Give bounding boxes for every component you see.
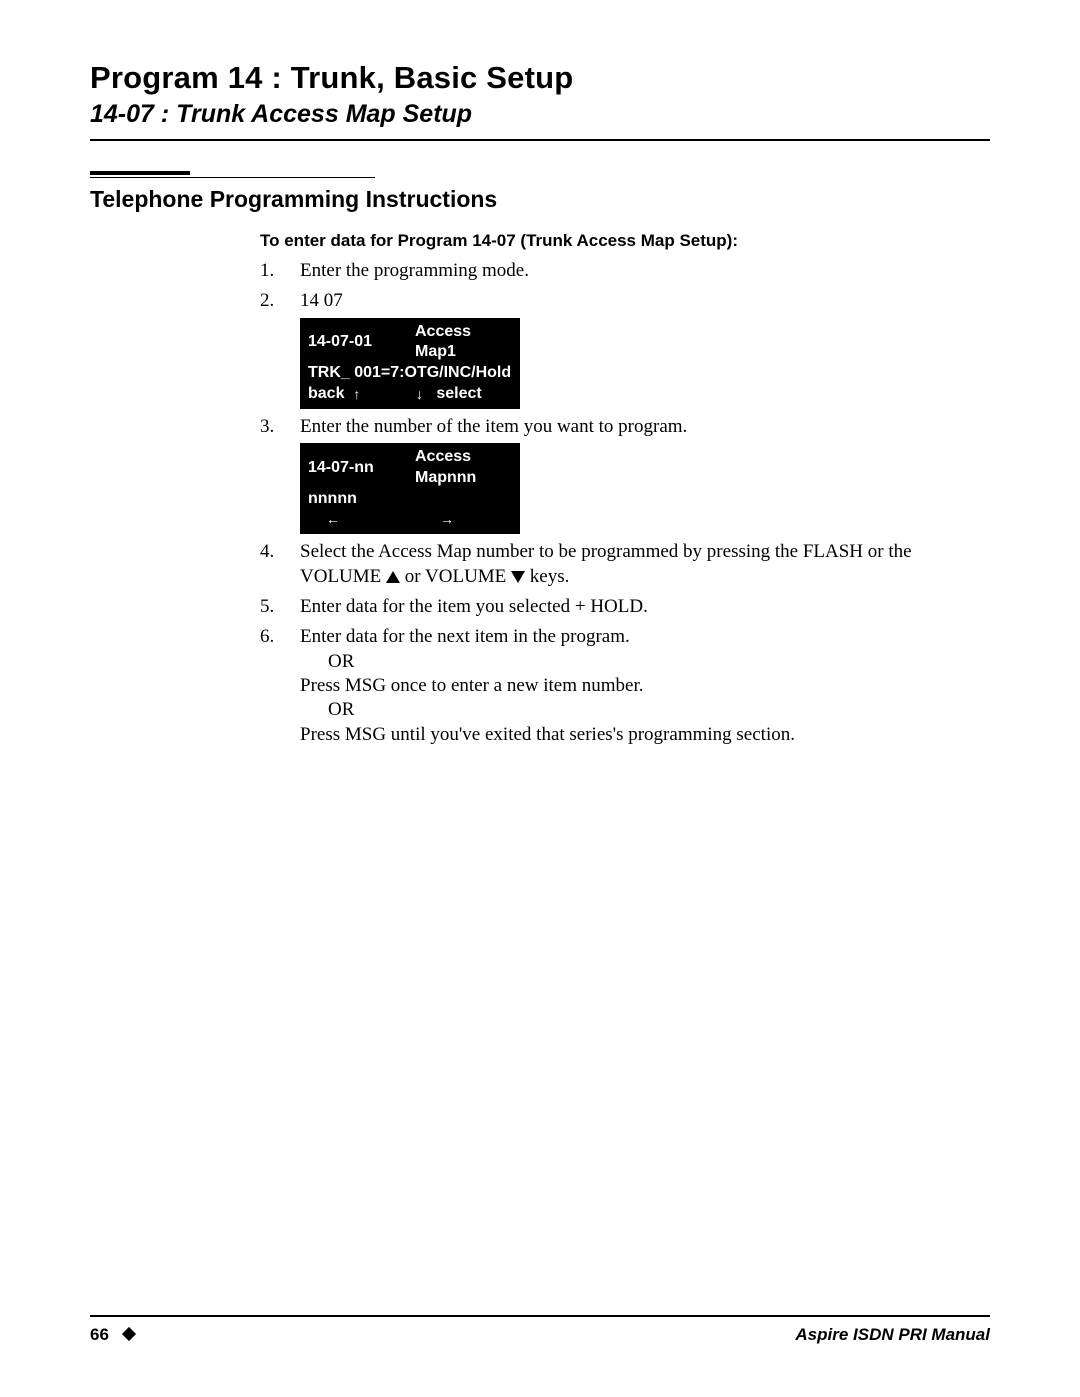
- step-number: 2.: [260, 289, 292, 313]
- step-3: 3. Enter the number of the item you want…: [260, 415, 990, 535]
- arrow-left-icon: ←: [326, 510, 340, 528]
- manual-name: Aspire ISDN PRI Manual: [795, 1325, 990, 1345]
- step-text: 14 07: [300, 290, 343, 311]
- step-text-b: or VOLUME: [405, 566, 511, 587]
- title-rule: [90, 139, 990, 141]
- step-text: Enter data for the next item in the prog…: [300, 626, 630, 647]
- lcd-line1-right: Access Map1: [405, 322, 512, 364]
- step-text-c: keys.: [530, 566, 570, 587]
- entry-header: To enter data for Program 14-07 (Trunk A…: [260, 231, 990, 251]
- step-number: 5.: [260, 595, 292, 619]
- section-bar: [90, 171, 190, 175]
- page-number: 66: [90, 1325, 134, 1345]
- step-number: 6.: [260, 625, 292, 649]
- lcd-select-label: ↓ select: [416, 384, 512, 405]
- lcd-line1-right: Access Mapnnn: [405, 447, 512, 489]
- page-title: Program 14 : Trunk, Basic Setup: [90, 60, 990, 96]
- step-number: 4.: [260, 540, 292, 564]
- arrow-right-icon: →: [440, 510, 454, 528]
- step-4: 4. Select the Access Map number to be pr…: [260, 540, 990, 589]
- lcd-back-label: back ↑: [308, 384, 404, 405]
- step-number: 3.: [260, 415, 292, 439]
- volume-down-icon: [511, 571, 525, 583]
- lcd-display-1: 14-07-01 Access Map1 TRK_ 001=7:OTG/INC/…: [300, 318, 520, 409]
- page-footer: 66 Aspire ISDN PRI Manual: [90, 1315, 990, 1345]
- or-label: OR: [328, 651, 354, 672]
- step-text: Enter data for the item you selected + H…: [300, 596, 648, 617]
- step-6: 6. Enter data for the next item in the p…: [260, 625, 990, 747]
- arrow-down-icon: ↓: [416, 385, 423, 403]
- lcd-display-2: 14-07-nn Access Mapnnn nnnnn ← →: [300, 443, 520, 534]
- page-subtitle: 14-07 : Trunk Access Map Setup: [90, 100, 990, 129]
- diamond-icon: [122, 1327, 136, 1341]
- lcd-line1-left: 14-07-nn: [308, 458, 405, 479]
- lcd-line2: nnnnn: [308, 490, 357, 507]
- volume-up-icon: [386, 571, 400, 583]
- or-label: OR: [328, 699, 354, 720]
- section: Telephone Programming Instructions To en…: [90, 171, 990, 747]
- step-1: 1. Enter the programming mode.: [260, 259, 990, 283]
- arrow-up-icon: ↑: [353, 385, 360, 403]
- steps-list: 1. Enter the programming mode. 2. 14 07 …: [90, 259, 990, 747]
- section-title: Telephone Programming Instructions: [90, 186, 990, 213]
- step-alt1: Press MSG once to enter a new item numbe…: [300, 675, 644, 696]
- step-text: Enter the number of the item you want to…: [300, 416, 687, 437]
- step-2: 2. 14 07 14-07-01 Access Map1 TRK_ 001=7…: [260, 289, 990, 409]
- lcd-line1-left: 14-07-01: [308, 332, 405, 353]
- document-page: Program 14 : Trunk, Basic Setup 14-07 : …: [0, 0, 1080, 1397]
- section-underline: [90, 177, 375, 178]
- step-number: 1.: [260, 259, 292, 283]
- step-text: Enter the programming mode.: [300, 260, 529, 281]
- step-5: 5. Enter data for the item you selected …: [260, 595, 990, 619]
- lcd-line2: TRK_ 001=7:OTG/INC/Hold: [308, 364, 511, 381]
- step-alt2: Press MSG until you've exited that serie…: [300, 724, 795, 745]
